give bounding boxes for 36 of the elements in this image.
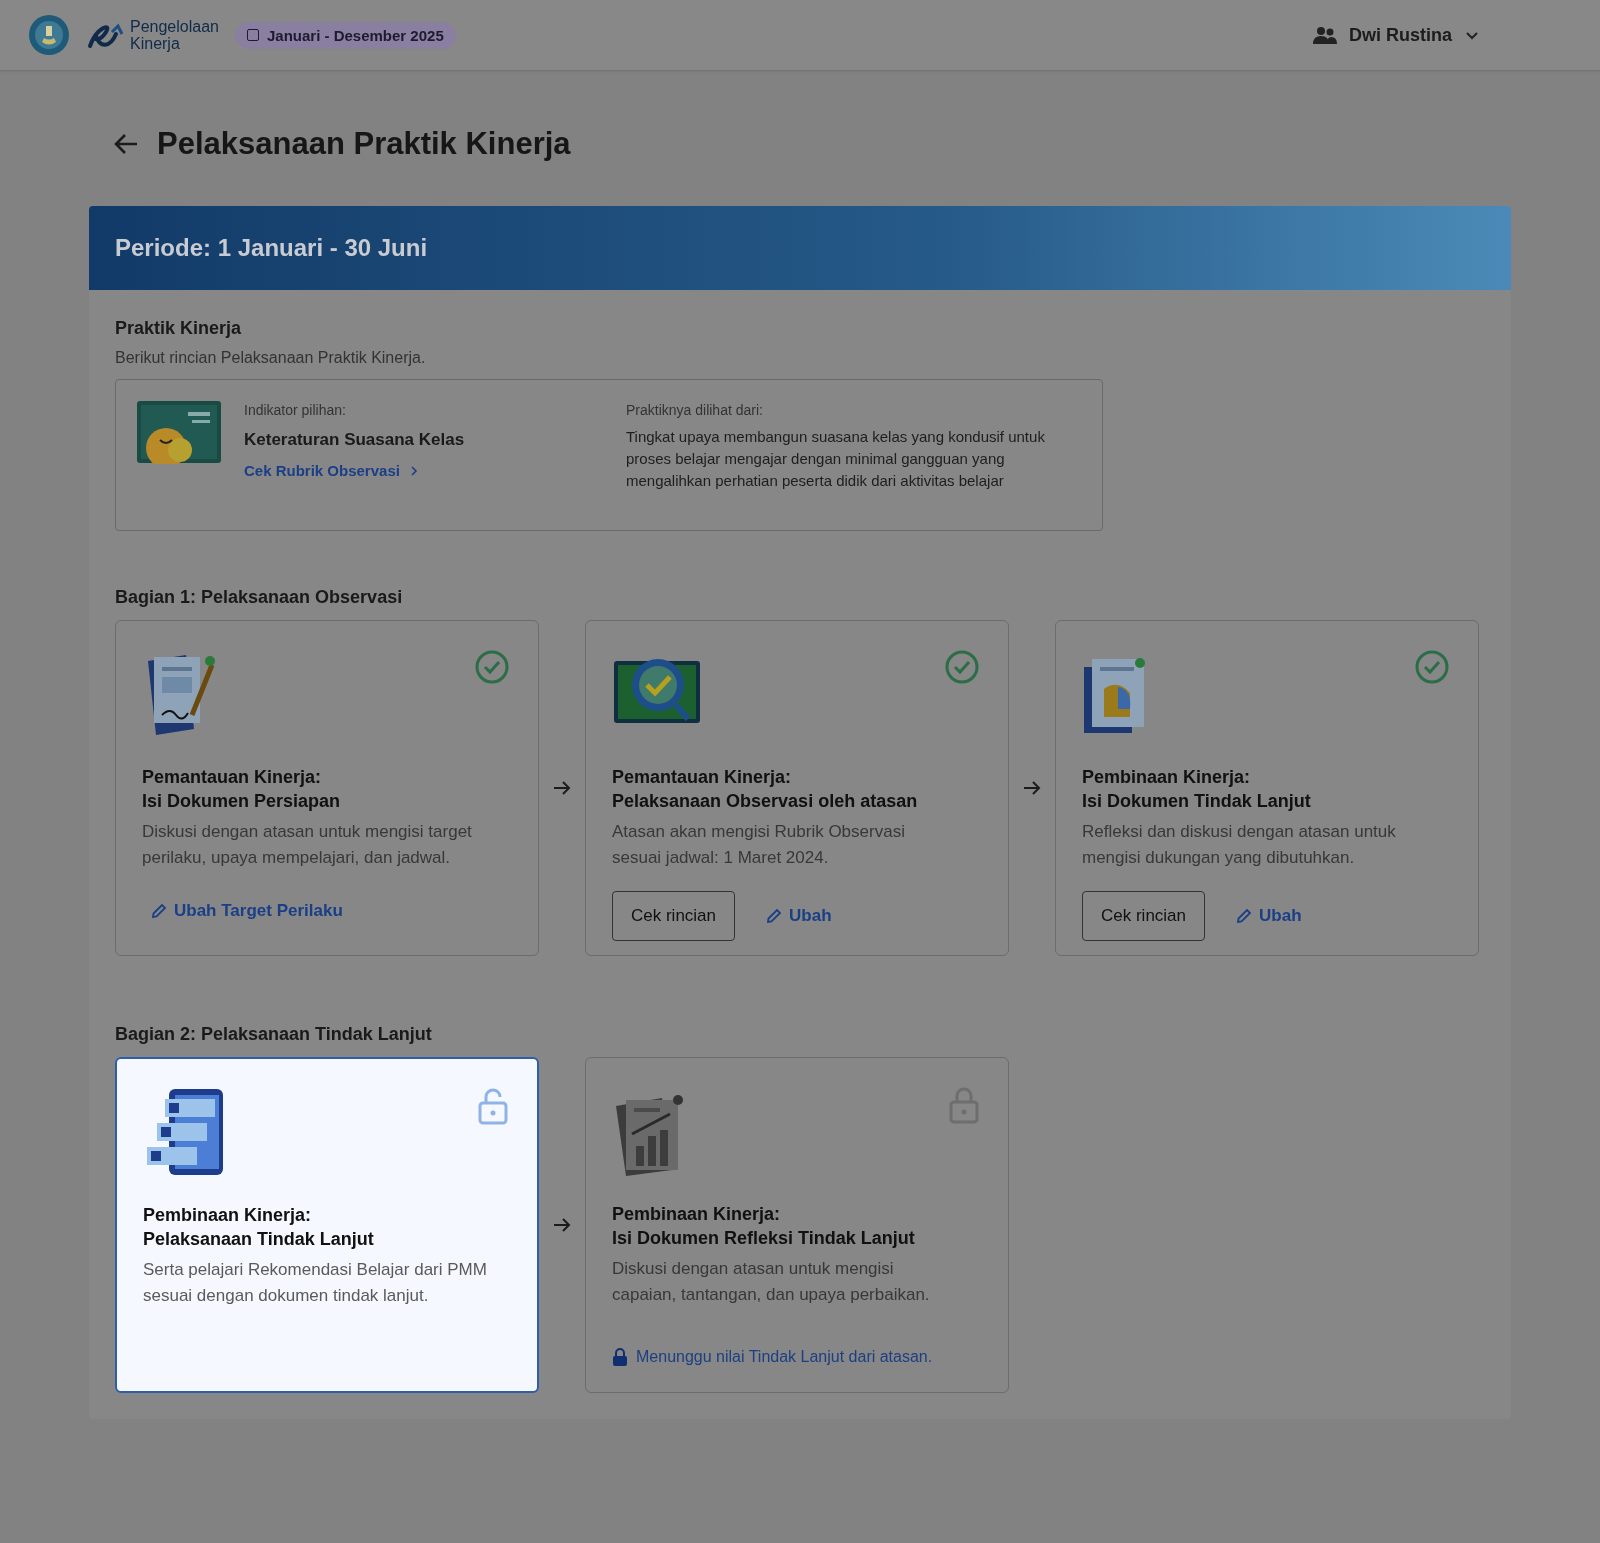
- edit-link[interactable]: Ubah: [765, 906, 832, 926]
- indicator-label: Indikator pilihan:: [244, 402, 347, 418]
- people-icon: [1313, 26, 1337, 44]
- page-title: Pelaksanaan Praktik Kinerja: [157, 126, 571, 162]
- edit-link[interactable]: Ubah: [1235, 906, 1302, 926]
- user-menu[interactable]: Dwi Rustina: [1313, 24, 1480, 46]
- card-title: Pemantauan Kinerja: Pelaksanaan Observasi oleh atasan: [612, 766, 919, 813]
- card-description: Refleksi dan diskusi dengan atasan untuk mengisi dukungan yang dibutuhkan.: [1082, 821, 1397, 869]
- card-description: Serta pelajari Rekomendasi Belajar dari PMM sesuai dengan dokumen tindak lanjut.: [143, 1259, 488, 1307]
- emblem-logo-icon: [28, 14, 70, 56]
- pencil-icon: [765, 907, 784, 925]
- waiting-note: Menunggu nilai Tindak Lanjut dari atasan.: [612, 1348, 933, 1366]
- indicator-value: Keteraturan Suasana Kelas: [244, 430, 466, 450]
- card-description: Atasan akan mengisi Rubrik Observasi sesuai jadwal: 1 Maret 2024.: [612, 821, 906, 869]
- card-description: Diskusi dengan atasan untuk mengisi capaian, tantangan, dan upaya perbaikan.: [612, 1258, 931, 1306]
- details-button[interactable]: Cek rincian: [1082, 891, 1206, 941]
- details-button[interactable]: Cek rincian: [612, 891, 736, 941]
- edit-link[interactable]: Ubah Target Perilaku: [150, 901, 343, 921]
- section-subtitle: Berikut rincian Pelaksanaan Praktik Kinerja.: [115, 349, 427, 367]
- seen-label: Praktiknya dilihat dari:: [626, 402, 764, 418]
- card-title: Pemantauan Kinerja: Isi Dokumen Persiapan: [142, 766, 342, 813]
- section-heading: Bagian 2: Pelaksanaan Tindak Lanjut: [115, 1024, 433, 1045]
- section-title: Praktik Kinerja: [115, 318, 243, 339]
- seen-description: Tingkat upaya membangun suasana kelas yang kondusif untuk proses belajar mengajar dengan minimal gangguan yang mengalihkan perhatian peserta didik dari aktivitas belajar: [626, 427, 1046, 491]
- pencil-icon: [150, 902, 168, 920]
- card-title: Pembinaan Kinerja: Isi Dokumen Refleksi Tindak Lanjut: [612, 1203, 916, 1250]
- lock-icon: [612, 1348, 628, 1366]
- period-title: Periode: 1 Januari - 30 Juni: [115, 234, 428, 262]
- rubric-link[interactable]: Cek Rubrik Observasi: [244, 462, 420, 479]
- card-description: Diskusi dengan atasan untuk mengisi target perilaku, upaya mempelajari, dan jadwal.: [142, 821, 473, 869]
- section-heading: Bagian 1: Pelaksanaan Observasi: [115, 587, 404, 608]
- app-name: Pengelolaan Kinerja: [130, 18, 219, 52]
- card-title: Pembinaan Kinerja: Isi Dokumen Tindak Lanjut: [1082, 766, 1312, 813]
- pencil-icon: [1235, 907, 1254, 925]
- period-badge: Januari - Desember 2025: [234, 21, 456, 49]
- card-title: Pembinaan Kinerja: Pelaksanaan Tindak Lanjut: [143, 1204, 375, 1251]
